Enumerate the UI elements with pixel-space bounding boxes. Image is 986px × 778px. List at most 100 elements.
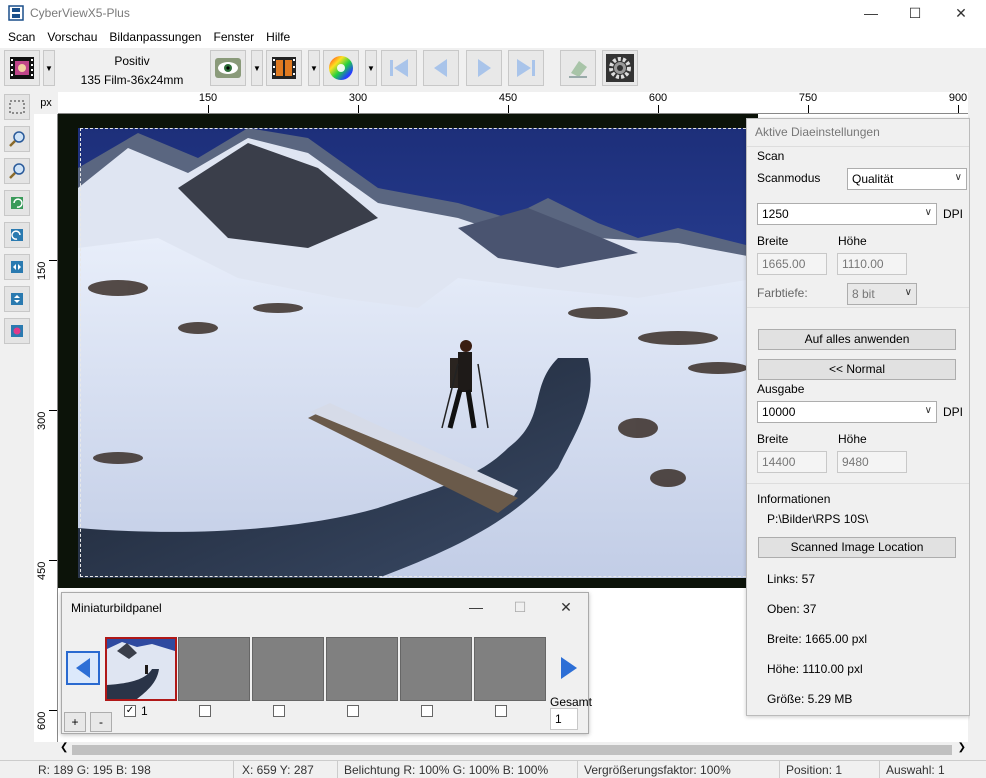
horizontal-scrollbar[interactable]: ❮ ❯ xyxy=(58,742,968,758)
thumbnail-2-checkbox[interactable] xyxy=(199,705,211,717)
color-adjust-button[interactable] xyxy=(323,50,359,86)
add-frame-button[interactable]: + xyxy=(64,712,86,732)
close-icon[interactable]: ✕ xyxy=(554,597,578,617)
flip-vertical-icon xyxy=(11,293,23,305)
chevron-down-icon: ∨ xyxy=(924,207,932,218)
scanmodus-select[interactable]: Qualität ∨ xyxy=(847,168,967,190)
scroll-left-icon[interactable]: ❮ xyxy=(60,742,68,753)
film-type-dropdown-arrow[interactable]: ▼ xyxy=(43,50,55,86)
scroll-right-icon[interactable]: ❯ xyxy=(958,742,966,753)
scanmodus-label: Scanmodus xyxy=(757,171,821,185)
thumbnail-image xyxy=(107,639,175,699)
maximize-icon[interactable]: ☐ xyxy=(892,0,938,26)
color-dropdown-arrow[interactable]: ▼ xyxy=(365,50,377,86)
arrow-left-icon xyxy=(434,59,447,77)
select-area-button[interactable] xyxy=(4,94,30,120)
scrollbar-thumb[interactable] xyxy=(72,745,952,755)
scan-dropdown-arrow[interactable]: ▼ xyxy=(308,50,320,86)
first-frame-button[interactable] xyxy=(381,50,417,86)
info-groesse: Größe: 5.29 MB xyxy=(767,692,853,706)
film-frames-icon xyxy=(272,57,296,79)
menu-bildanpassungen[interactable]: Bildanpassungen xyxy=(103,26,207,48)
thumbnail-6-checkbox[interactable] xyxy=(495,705,507,717)
previous-frame-button[interactable] xyxy=(423,50,459,86)
normal-button[interactable]: << Normal xyxy=(758,359,956,380)
thumbnail-5[interactable] xyxy=(400,637,472,701)
scan-height-label: Höhe xyxy=(838,234,867,248)
menu-fenster[interactable]: Fenster xyxy=(207,26,260,48)
total-count-field: 1 xyxy=(550,708,578,730)
apply-all-button[interactable]: Auf alles anwenden xyxy=(758,329,956,350)
scan-dpi-select[interactable]: 1250 ∨ xyxy=(757,203,937,225)
flip-horizontal-button[interactable] xyxy=(4,254,30,280)
info-links: Links: 57 xyxy=(767,572,816,586)
preview-dropdown-arrow[interactable]: ▼ xyxy=(251,50,263,86)
preview-button[interactable] xyxy=(210,50,246,86)
farbtiefe-select[interactable]: 8 bit ∨ xyxy=(847,283,917,305)
total-label: Gesamt xyxy=(550,695,593,709)
settings-button[interactable] xyxy=(602,50,638,86)
active-slide-settings-panel: Aktive Diaeinstellungen Scan Scanmodus Q… xyxy=(746,118,970,716)
thumbnail-1-checkbox[interactable]: ✓ xyxy=(124,705,136,717)
eye-icon xyxy=(215,58,241,78)
last-frame-button[interactable] xyxy=(508,50,544,86)
thumbnail-4-checkbox[interactable] xyxy=(347,705,359,717)
chevron-down-icon: ∨ xyxy=(954,172,962,183)
ruler-tick xyxy=(208,105,209,113)
thumbnail-3-checkbox[interactable] xyxy=(273,705,285,717)
ruler-tick xyxy=(49,710,57,711)
skip-last-icon xyxy=(517,59,535,77)
scan-area-selection[interactable] xyxy=(80,128,756,577)
thumbnail-6[interactable] xyxy=(474,637,546,701)
flip-vertical-button[interactable] xyxy=(4,286,30,312)
menu-scan[interactable]: Scan xyxy=(2,26,41,48)
eraser-icon xyxy=(569,61,587,78)
dpi-label: DPI xyxy=(943,207,964,221)
scan-film-button[interactable] xyxy=(266,50,302,86)
ruler-label: 150 xyxy=(36,261,48,280)
rotate-right-button[interactable] xyxy=(4,222,30,248)
thumbnail-2[interactable] xyxy=(178,637,250,701)
thumbnail-4[interactable] xyxy=(326,637,398,701)
output-dpi-select[interactable]: 10000 ∨ xyxy=(757,401,937,423)
close-icon[interactable]: ✕ xyxy=(938,0,984,26)
maximize-icon[interactable]: ☐ xyxy=(508,597,532,617)
rotate-left-button[interactable] xyxy=(4,190,30,216)
menu-vorschau[interactable]: Vorschau xyxy=(41,26,103,48)
scan-width-label: Breite xyxy=(757,234,789,248)
ruler-tick xyxy=(358,105,359,113)
info-section-label: Informationen xyxy=(757,492,831,506)
next-frame-button[interactable] xyxy=(466,50,502,86)
ruler-label: 300 xyxy=(36,411,48,430)
vertical-scrollbar[interactable] xyxy=(970,48,986,758)
clear-button[interactable] xyxy=(560,50,596,86)
marquee-icon xyxy=(9,100,25,114)
scanned-image-location-button[interactable]: Scanned Image Location xyxy=(758,537,956,558)
output-width-label: Breite xyxy=(757,432,789,446)
thumbnail-3[interactable] xyxy=(252,637,324,701)
tool-column xyxy=(0,92,34,742)
zoom-out-button[interactable] xyxy=(4,158,30,184)
thumbnail-5-checkbox[interactable] xyxy=(421,705,433,717)
output-dpi-value: 10000 xyxy=(762,405,796,419)
thumbnails-previous-button[interactable] xyxy=(66,651,100,685)
minimize-icon[interactable]: — xyxy=(848,0,894,26)
thumbnail-1[interactable] xyxy=(105,637,177,701)
remove-frame-button[interactable]: - xyxy=(90,712,112,732)
zoom-out-icon xyxy=(9,163,25,179)
vertical-ruler: 150 300 450 600 xyxy=(34,114,58,742)
color-wheel-icon xyxy=(329,56,353,80)
film-positive-button[interactable] xyxy=(4,50,40,86)
menu-hilfe[interactable]: Hilfe xyxy=(260,26,296,48)
thumbnails-next-button[interactable] xyxy=(552,651,586,685)
color-correct-button[interactable] xyxy=(4,318,30,344)
ruler-label: 750 xyxy=(798,92,818,104)
zoom-in-button[interactable] xyxy=(4,126,30,152)
farbtiefe-label: Farbtiefe: xyxy=(757,286,808,300)
ruler-tick xyxy=(808,105,809,113)
app-icon xyxy=(8,5,24,21)
rotate-left-icon xyxy=(11,197,23,209)
minimize-icon[interactable]: — xyxy=(464,597,488,617)
menu-bar: Scan Vorschau Bildanpassungen Fenster Hi… xyxy=(0,26,986,48)
ruler-label: 600 xyxy=(648,92,668,104)
